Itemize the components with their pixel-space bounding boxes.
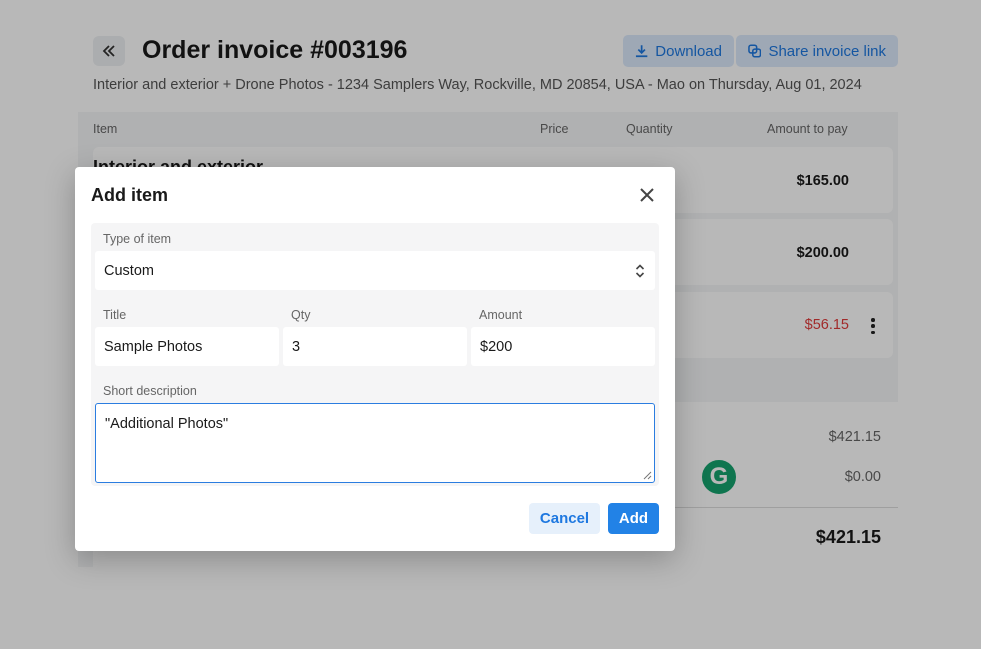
- amount-input[interactable]: $200: [471, 327, 655, 366]
- close-button[interactable]: [637, 185, 657, 205]
- qty-input-value: 3: [292, 338, 301, 355]
- type-of-item-value: Custom: [104, 262, 154, 279]
- add-item-dialog: Add item Type of item Custom Title Sampl…: [75, 167, 675, 551]
- cancel-button[interactable]: Cancel: [529, 503, 600, 534]
- type-of-item-label: Type of item: [103, 232, 172, 246]
- qty-input[interactable]: 3: [283, 327, 467, 366]
- title-input-value: Sample Photos: [104, 338, 203, 355]
- select-arrows-icon: [635, 263, 645, 278]
- dialog-title: Add item: [91, 185, 169, 205]
- amount-input-value: $200: [480, 338, 513, 355]
- add-button[interactable]: Add: [608, 503, 659, 534]
- close-icon: [640, 188, 654, 202]
- title-input[interactable]: Sample Photos: [95, 327, 279, 366]
- short-description-textarea[interactable]: "Additional Photos": [95, 403, 655, 483]
- resize-handle-icon[interactable]: [643, 471, 652, 480]
- title-label: Title: [103, 308, 127, 322]
- amount-label: Amount: [479, 308, 523, 322]
- qty-label: Qty: [291, 308, 311, 322]
- type-of-item-select[interactable]: Custom: [95, 251, 655, 290]
- short-description-value: "Additional Photos": [105, 416, 229, 432]
- short-description-label: Short description: [103, 384, 197, 398]
